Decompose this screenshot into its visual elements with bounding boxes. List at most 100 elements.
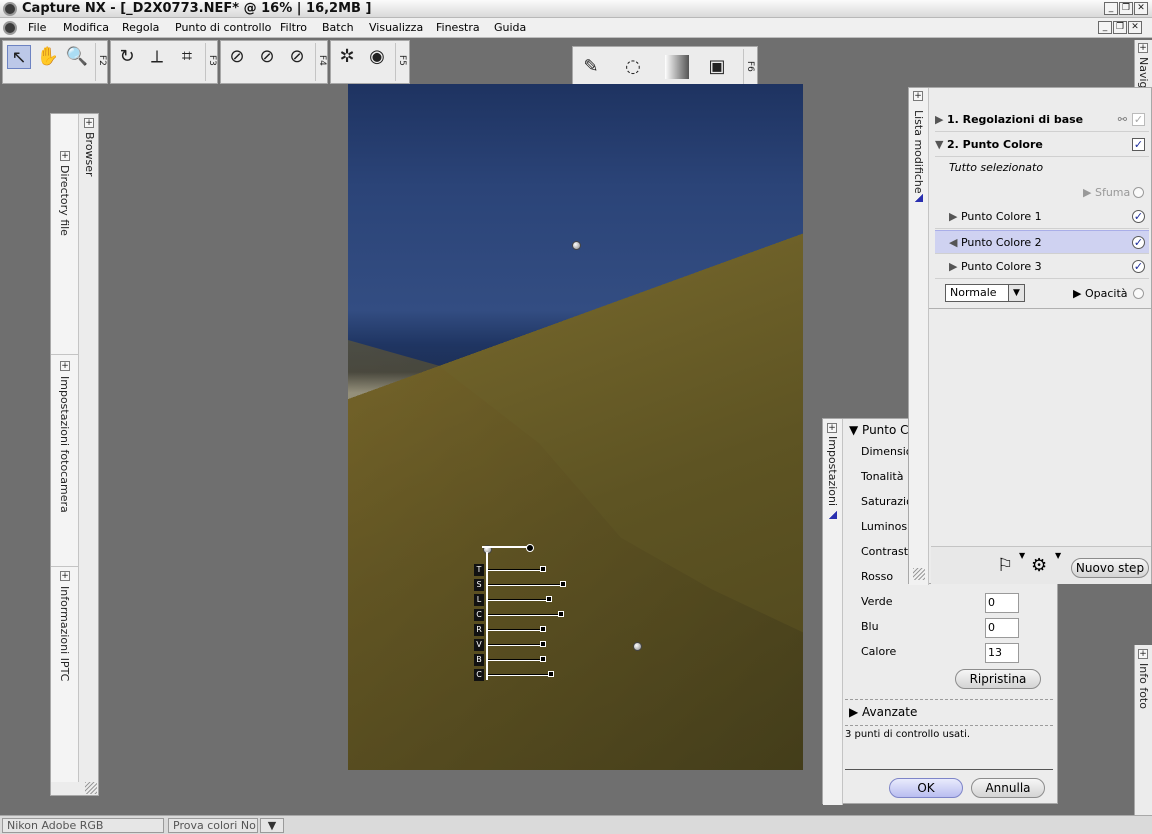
fill-icon[interactable]: ▣ (705, 55, 729, 79)
section-iptc-info[interactable]: Informazioni IPTC (58, 586, 71, 681)
toolbar-key-f2[interactable]: F2 (95, 43, 107, 81)
status-dropdown-icon[interactable]: ▼ (260, 818, 284, 833)
resize-grip[interactable] (913, 568, 925, 580)
opacity-control[interactable]: ▶ Opacità (1073, 287, 1128, 300)
zoom-icon[interactable]: 🔍 (65, 45, 89, 69)
slider-warmth[interactable]: C (474, 669, 558, 681)
color-point-2[interactable]: ◀ Punto Colore 2 ✓ (935, 230, 1149, 254)
step-checkbox[interactable]: ✓ (1132, 113, 1145, 126)
white-point-icon[interactable]: ⊘ (285, 45, 309, 69)
gear-icon[interactable]: ⚙ (1031, 555, 1047, 576)
toolbar-key-f5[interactable]: F5 (395, 43, 407, 81)
slider-blue[interactable]: B (474, 654, 554, 666)
eye-icon[interactable]: ◉ (365, 45, 389, 69)
toolbar-key-f6[interactable]: F6 (743, 49, 755, 87)
slider-handle[interactable] (546, 596, 552, 602)
blue-value-input[interactable]: 0 (985, 618, 1019, 638)
step-base-adjustments[interactable]: ▶ 1. Regolazioni di base ⚯ ✓ (935, 108, 1149, 132)
chevron-down-icon[interactable]: ▼ (1008, 285, 1024, 301)
straighten-icon[interactable]: ⟂ (145, 45, 169, 69)
color-point-1[interactable]: ▶ Punto Colore 1 ✓ (935, 205, 1149, 229)
size-slider-handle[interactable] (526, 544, 534, 552)
tab-edit-list[interactable]: Lista modifiche (912, 110, 925, 194)
neutral-point-icon[interactable]: ⊘ (255, 45, 279, 69)
expand-icon[interactable]: + (84, 118, 94, 128)
expand-icon[interactable]: + (60, 151, 70, 161)
flag-icon[interactable]: ⚐ (997, 555, 1013, 576)
menu-file[interactable]: File (28, 21, 46, 34)
collapse-icon[interactable] (915, 194, 923, 202)
expand-icon[interactable]: + (60, 571, 70, 581)
size-slider-bar[interactable] (482, 546, 532, 548)
chevron-down-icon[interactable]: ▼ (1055, 551, 1061, 560)
slider-handle[interactable] (540, 656, 546, 662)
doc-close-icon[interactable]: ✕ (1128, 21, 1142, 34)
menu-visualizza[interactable]: Visualizza (369, 21, 423, 34)
doc-minimize-icon[interactable]: _ (1098, 21, 1112, 34)
slider-handle[interactable] (540, 566, 546, 572)
restore-icon[interactable]: ❐ (1119, 2, 1133, 15)
collapse-icon[interactable] (829, 511, 837, 519)
expand-icon[interactable]: + (1138, 43, 1148, 53)
tab-navigator[interactable]: Navig (1137, 57, 1150, 89)
control-point-1[interactable] (572, 241, 581, 250)
color-point-3[interactable]: ▶ Punto Colore 3 ✓ (935, 255, 1149, 279)
black-point-icon[interactable]: ⊘ (225, 45, 249, 69)
point-checkbox[interactable]: ✓ (1132, 236, 1145, 249)
slider-handle[interactable] (560, 581, 566, 587)
warmth-value-input[interactable]: 13 (985, 643, 1019, 663)
image-canvas[interactable] (348, 84, 803, 770)
slider-handle[interactable] (540, 641, 546, 647)
slider-luminosity[interactable]: L (474, 594, 554, 606)
minimize-icon[interactable]: _ (1104, 2, 1118, 15)
cancel-button[interactable]: Annulla (971, 778, 1045, 798)
new-step-button[interactable]: Nuovo step (1071, 558, 1149, 578)
green-value-input[interactable]: 0 (985, 593, 1019, 613)
hand-icon[interactable]: ✋ (36, 45, 60, 69)
lasso-icon[interactable]: ◌ (621, 55, 645, 79)
menu-finestra[interactable]: Finestra (436, 21, 480, 34)
link-icon[interactable]: ⚯ (1118, 108, 1127, 132)
step-color-point[interactable]: ▼ 2. Punto Colore ✓ (935, 133, 1149, 157)
menu-filtro[interactable]: Filtro (280, 21, 307, 34)
feather-radio[interactable] (1133, 187, 1144, 198)
settings-header[interactable]: ▼ Punto Co (849, 423, 916, 437)
tab-browser[interactable]: Browser (83, 132, 96, 177)
close-icon[interactable]: ✕ (1134, 2, 1148, 15)
expand-icon[interactable]: + (60, 361, 70, 371)
point-checkbox[interactable]: ✓ (1132, 210, 1145, 223)
blend-mode-select[interactable]: Normale ▼ (945, 284, 1025, 302)
section-directory-file[interactable]: Directory file (58, 165, 71, 236)
expand-icon[interactable]: + (1138, 649, 1148, 659)
tab-settings[interactable]: Impostazioni (826, 436, 839, 506)
chevron-down-icon[interactable]: ▼ (1019, 551, 1025, 560)
slider-handle[interactable] (540, 626, 546, 632)
brush-icon[interactable]: ✎ (579, 55, 603, 79)
menu-guida[interactable]: Guida (494, 21, 526, 34)
menu-batch[interactable]: Batch (322, 21, 354, 34)
slider-red[interactable]: R (474, 624, 554, 636)
point-checkbox[interactable]: ✓ (1132, 260, 1145, 273)
toolbar-key-f4[interactable]: F4 (315, 43, 327, 81)
slider-contrast[interactable]: C (474, 609, 570, 621)
slider-handle[interactable] (558, 611, 564, 617)
tab-photo-info[interactable]: Info foto (1137, 663, 1150, 709)
reset-button[interactable]: Ripristina (955, 669, 1041, 689)
section-camera-settings[interactable]: Impostazioni fotocamera (58, 376, 71, 513)
red-eye-icon[interactable]: ✲ (335, 45, 359, 69)
opacity-radio[interactable] (1133, 288, 1144, 299)
ok-button[interactable]: OK (889, 778, 963, 798)
direct-select-icon[interactable]: ↖ (7, 45, 31, 69)
toolbar-key-f3[interactable]: F3 (205, 43, 217, 81)
slider-handle[interactable] (548, 671, 554, 677)
menu-punto-di-controllo[interactable]: Punto di controllo (175, 21, 271, 34)
document-icon[interactable] (3, 21, 17, 35)
advanced-toggle[interactable]: ▶ Avanzate (849, 705, 917, 719)
resize-grip[interactable] (85, 782, 97, 794)
expand-icon[interactable]: + (827, 423, 837, 433)
control-point-3[interactable] (633, 642, 642, 651)
expand-icon[interactable]: + (913, 91, 923, 101)
slider-saturation[interactable]: S (474, 579, 570, 591)
feather-control[interactable]: ▶ Sfuma (1083, 186, 1130, 199)
slider-tonality[interactable]: T (474, 564, 554, 576)
